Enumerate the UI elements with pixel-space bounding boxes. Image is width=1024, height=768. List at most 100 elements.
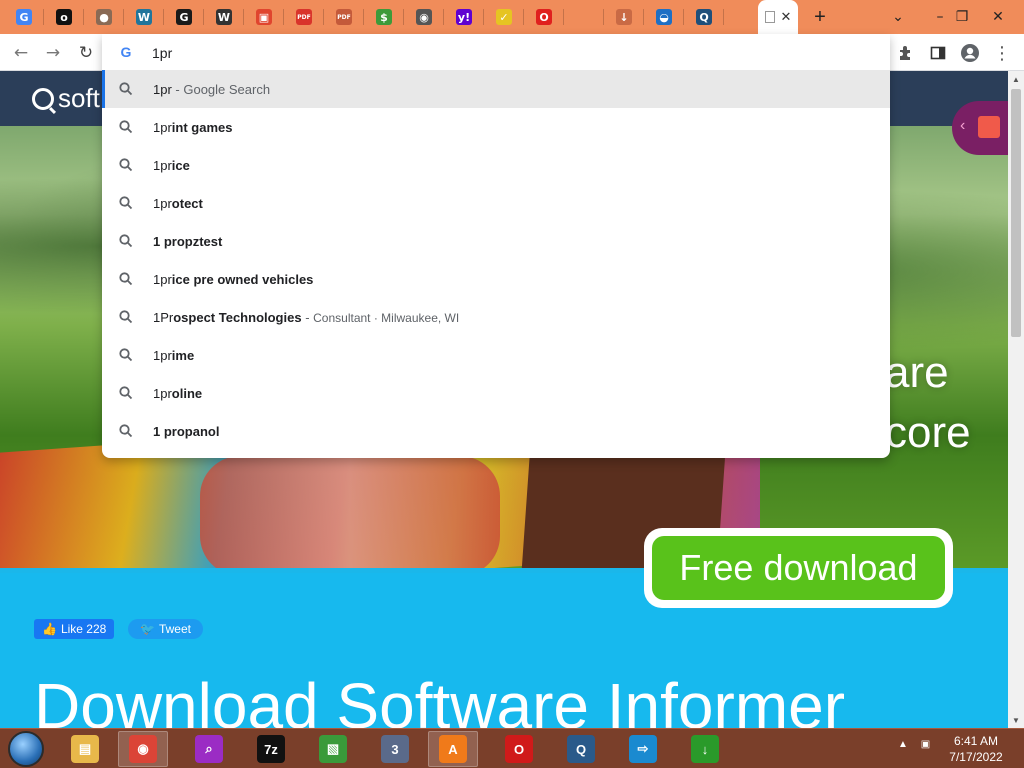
taskbar-chrome[interactable]: ◉ (118, 731, 168, 767)
suggestion-suffix: - (301, 309, 314, 325)
side-panel-button[interactable] (926, 41, 950, 65)
reload-button[interactable]: ↻ (73, 40, 99, 66)
address-bar[interactable]: G (102, 34, 890, 71)
suggestion-item[interactable]: 1Prospect Technologies - Consultant · Mi… (102, 298, 890, 336)
site-logo[interactable]: soft (32, 83, 100, 114)
suggestion-typed: 1pr (153, 271, 172, 287)
suggestion-text: 1protect (153, 196, 203, 211)
search-icon (119, 158, 133, 172)
suggestion-item[interactable]: 1print games (102, 108, 890, 146)
taskbar-photos[interactable]: ▧ (308, 731, 358, 767)
download-favicon-icon: ↓ (616, 9, 632, 25)
suggestion-detail: Consultant · Milwaukee, WI (313, 310, 460, 325)
side-badge[interactable]: ‹ (952, 101, 1008, 155)
suggestion-text: 1price (153, 158, 190, 173)
back-button[interactable]: ← (8, 40, 34, 66)
wordpress-favicon-icon: W (136, 9, 152, 25)
suggestion-item[interactable]: 1prime (102, 336, 890, 374)
clock-time: 6:41 AM (953, 734, 999, 748)
scroll-down-arrow-icon[interactable]: ▼ (1008, 712, 1024, 728)
taskbar-7zip[interactable]: 7z (246, 731, 296, 767)
search-icon (119, 196, 133, 210)
tab-gift[interactable]: ▣ (244, 0, 284, 34)
forward-arrow-icon: → (45, 43, 61, 63)
hero-headline-line2: core (885, 408, 971, 457)
scroll-thumb[interactable] (1011, 89, 1021, 337)
system-clock[interactable]: 6:41 AM 7/17/2022 (940, 733, 1012, 765)
suggestion-text: 1proline (153, 386, 202, 401)
suggestion-item[interactable]: 1price pre owned vehicles (102, 260, 890, 298)
suggestion-text: 1pr - Google Search (153, 82, 270, 97)
suggestion-item[interactable]: 1pr - Google Search (102, 70, 890, 108)
suggestion-text: 1 propanol (153, 424, 219, 439)
system-tray[interactable]: ▲ ▣ (898, 739, 930, 750)
tab-check[interactable]: ✓ (484, 0, 524, 34)
profile-button[interactable] (958, 41, 982, 65)
taskbar-qfind[interactable]: Q (556, 731, 606, 767)
tab-wordpress[interactable]: W (124, 0, 164, 34)
show-hidden-icons-icon[interactable]: ▲ (898, 739, 908, 750)
free-download-button[interactable]: Free download (644, 528, 953, 608)
suggestion-item[interactable]: 1proline (102, 374, 890, 412)
forward-button[interactable]: → (40, 40, 66, 66)
taskbar-opera[interactable]: O (494, 731, 544, 767)
tab-cloud[interactable]: ◒ (644, 0, 684, 34)
suggestion-item[interactable]: 1protect (102, 184, 890, 222)
chrome-icon: ◉ (129, 735, 157, 763)
suggestion-completion: otect (171, 195, 203, 211)
tab-wikipedia[interactable]: W (204, 0, 244, 34)
close-tab-icon[interactable]: ✕ (781, 9, 792, 25)
wikipedia-favicon-icon: W (216, 9, 232, 25)
new-tab-button[interactable]: + (806, 4, 834, 30)
tab-google[interactable]: G (4, 0, 44, 34)
facebook-like-button[interactable]: 👍 Like 228 (34, 619, 115, 639)
hero-person (200, 456, 500, 568)
page-scrollbar[interactable]: ▲ ▼ (1008, 71, 1024, 728)
suggestion-text: 1prime (153, 348, 194, 363)
tab-yahoo[interactable]: y! (444, 0, 484, 34)
address-input[interactable] (152, 42, 852, 64)
tab-grammarly[interactable]: G (164, 0, 204, 34)
close-window-button[interactable]: ✕ (976, 0, 1020, 34)
suggestion-text: 1price pre owned vehicles (153, 272, 313, 287)
network-icon[interactable]: ▣ (921, 739, 930, 750)
cloud-favicon-icon: ◒ (656, 9, 672, 25)
clock-date: 7/17/2022 (949, 750, 1003, 764)
suggestion-item[interactable]: 1 propztest (102, 222, 890, 260)
tab-chrome[interactable]: ◉ (404, 0, 444, 34)
suggestion-item[interactable]: 1price (102, 146, 890, 184)
tab-download[interactable]: ↓ (604, 0, 644, 34)
profile-icon (961, 44, 979, 62)
taskbar-file-explorer[interactable]: ▤ (60, 731, 110, 767)
taskbar-search-app[interactable]: ⌕ (184, 731, 234, 767)
tab-pdf-2[interactable]: PDF (324, 0, 364, 34)
extensions-button[interactable] (894, 41, 918, 65)
search-icon (119, 234, 133, 248)
hero-headline-line1: are (885, 348, 949, 397)
start-button[interactable] (8, 731, 44, 767)
taskbar-avast[interactable]: A (428, 731, 478, 767)
tab-active[interactable]: ✕ (758, 0, 798, 34)
tab-qfind[interactable]: Q (684, 0, 724, 34)
tab-globe[interactable]: ● (84, 0, 124, 34)
tab-strip: Go ● W G W ▣ PDF PDF $ ◉ y! ✓ O ↓ ◒ Q ✕ + ⌄ – ❐ ✕ (0, 0, 1024, 34)
scroll-up-arrow-icon[interactable]: ▲ (1008, 71, 1024, 87)
suggestion-completion: int games (171, 119, 233, 135)
suggestion-typed: 1pr (153, 195, 172, 211)
tab-money[interactable]: $ (364, 0, 404, 34)
tweet-button[interactable]: 🐦 Tweet (128, 619, 203, 639)
taskbar-remote[interactable]: ⇨ (618, 731, 668, 767)
suggestion-item[interactable]: 1 propanol (102, 412, 890, 450)
yahoo-favicon-icon: y! (456, 9, 472, 25)
tab-app-o[interactable]: o (44, 0, 84, 34)
taskbar-database[interactable]: 3 (370, 731, 420, 767)
gift-favicon-icon: ▣ (256, 9, 272, 25)
tab-opera[interactable]: O (524, 0, 564, 34)
taskbar-downloader[interactable]: ↓ (680, 731, 730, 767)
search-app-icon: ⌕ (195, 735, 223, 763)
tab-pdf[interactable]: PDF (284, 0, 324, 34)
tab-search-button[interactable]: ⌄ (876, 0, 920, 34)
tab-blank[interactable] (564, 0, 604, 34)
menu-button[interactable]: ⋮ (990, 41, 1014, 65)
opera-favicon-icon: O (536, 9, 552, 25)
